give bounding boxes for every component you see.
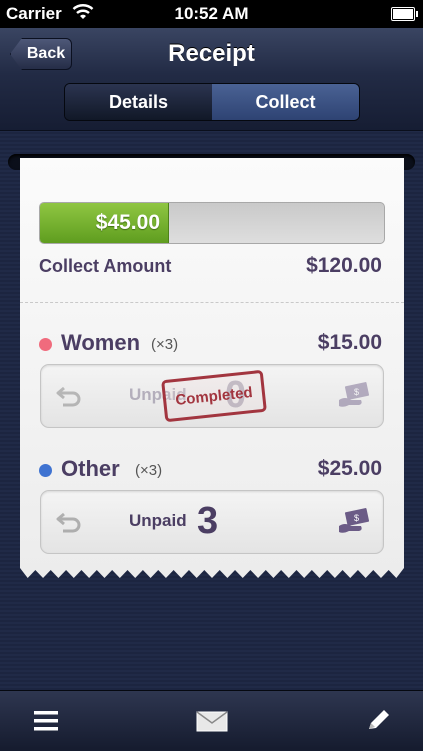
page-title: Receipt (168, 40, 255, 67)
item-price: $25.00 (317, 457, 382, 480)
mail-icon[interactable] (196, 708, 228, 734)
status-time: 10:52 AM (174, 4, 249, 23)
item-row-other: Unpaid 3 $ (40, 490, 384, 554)
tab-details[interactable]: Details (65, 84, 212, 120)
progress-fill: $45.00 (40, 203, 169, 243)
payment-status: Unpaid (129, 511, 187, 530)
navigation-bar: Back Receipt Details Collect (0, 28, 423, 131)
battery-icon (391, 7, 418, 21)
item-header-women: Women (×3) $15.00 (39, 330, 382, 358)
other-color-dot (39, 464, 52, 477)
bottom-toolbar (0, 690, 423, 751)
receipt-divider (20, 302, 404, 303)
segmented-control: Details Collect (64, 83, 360, 121)
svg-text:$: $ (354, 387, 359, 397)
completed-stamp: Completed (161, 369, 267, 423)
collect-amount-total: $120.00 (306, 254, 382, 277)
pay-cash-icon[interactable]: $ (337, 382, 371, 410)
collect-progress-bar: $45.00 (39, 202, 385, 244)
item-row-women: Unpaid 0 Completed $ (40, 364, 384, 428)
menu-icon[interactable] (32, 708, 60, 734)
women-color-dot (39, 338, 52, 351)
item-price: $15.00 (317, 331, 382, 354)
edit-pencil-icon[interactable] (364, 708, 392, 734)
collect-amount-label: Collect Amount (39, 256, 172, 276)
item-header-other: Other (×3) $25.00 (39, 456, 382, 484)
tab-collect[interactable]: Collect (212, 84, 359, 120)
pay-cash-icon[interactable]: $ (337, 508, 371, 536)
item-quantity: (×3) (151, 336, 179, 353)
undo-icon[interactable] (55, 509, 83, 535)
item-name: Other (61, 456, 120, 481)
status-bar: Carrier 10:52 AM (0, 0, 423, 28)
svg-text:$: $ (354, 513, 359, 523)
item-quantity: (×3) (135, 462, 163, 479)
receipt-paper: $45.00 Collect Amount $120.00 Women (×3)… (20, 158, 404, 578)
undo-icon[interactable] (55, 383, 83, 409)
item-name: Women (61, 330, 141, 355)
unpaid-count: 3 (197, 500, 219, 542)
